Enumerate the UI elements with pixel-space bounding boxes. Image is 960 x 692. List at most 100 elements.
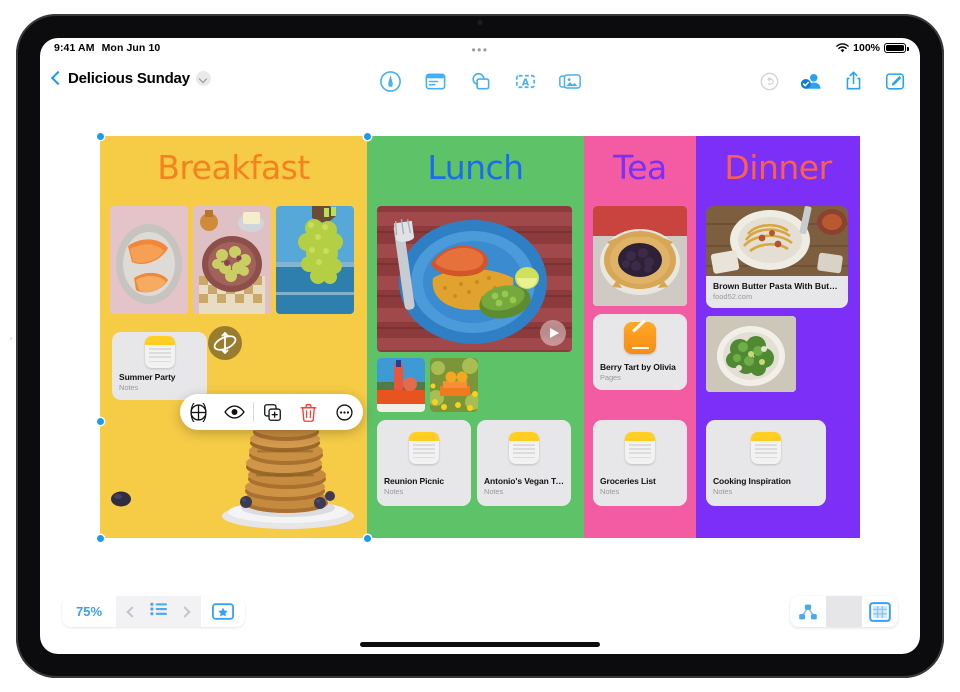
document-title: Delicious Sunday xyxy=(68,70,190,87)
card-title: Berry Tart by Olivia xyxy=(600,362,676,372)
toolbar-center-group: A xyxy=(377,68,583,94)
tacos-rice-plate-video[interactable] xyxy=(377,206,572,352)
card-reunion-picnic[interactable]: Reunion Picnic Notes xyxy=(377,420,471,506)
toolbar-left-group: Delicious Sunday xyxy=(52,70,211,87)
undo-button[interactable] xyxy=(756,68,782,94)
svg-text:A: A xyxy=(521,77,529,88)
sticky-note-tool[interactable] xyxy=(422,68,448,94)
card-subtitle: Notes xyxy=(384,487,404,496)
compose-button[interactable] xyxy=(882,68,908,94)
top-toolbar: Delicious Sunday A xyxy=(40,62,920,106)
play-icon[interactable] xyxy=(540,320,566,346)
markup-pen-tool[interactable] xyxy=(377,68,403,94)
share-button[interactable] xyxy=(840,68,866,94)
toolbar-divider xyxy=(826,596,862,627)
duplicate-icon[interactable] xyxy=(254,394,290,430)
status-bar: 9:41 AM Mon Jun 10 ••• 100% xyxy=(40,38,920,62)
front-camera xyxy=(477,20,483,25)
notes-app-icon xyxy=(706,420,826,476)
board-canvas[interactable]: Breakfast Summer Party Notes Lunch Reuni… xyxy=(96,132,860,542)
move-to-icon[interactable] xyxy=(180,394,216,430)
card-cooking-inspiration[interactable]: Cooking Inspiration Notes xyxy=(706,420,826,506)
column-title-breakfast: Breakfast xyxy=(157,148,310,187)
card-subtitle: Notes xyxy=(484,487,504,496)
selection-handle[interactable] xyxy=(96,132,104,140)
chevron-down-icon[interactable] xyxy=(195,71,211,86)
column-title-tea: Tea xyxy=(613,148,667,187)
figs-on-plate-photo[interactable] xyxy=(193,206,271,314)
notes-app-icon xyxy=(377,420,471,476)
media-tool[interactable] xyxy=(557,68,583,94)
green-salad-bowl-photo[interactable] xyxy=(706,316,796,392)
column-lunch[interactable]: Lunch Reunion Picnic Notes Antonio's Veg… xyxy=(363,132,584,542)
column-tea[interactable]: Tea Berry Tart by Olivia Pages Groceries… xyxy=(584,136,696,538)
card-subtitle: Pages xyxy=(600,373,621,382)
link-card-meta: Brown Butter Pasta With But… food52.com xyxy=(706,276,848,307)
status-bar-right: 100% xyxy=(836,42,909,54)
side-marker: • xyxy=(10,336,13,343)
link-card-title: Brown Butter Pasta With But… xyxy=(713,281,838,291)
shapes-tool[interactable] xyxy=(467,68,493,94)
notes-app-icon xyxy=(477,420,571,476)
selection-handle[interactable] xyxy=(363,534,371,542)
more-ellipsis-icon[interactable] xyxy=(327,394,363,430)
battery-icon xyxy=(884,42,909,54)
link-card-brown-butter-pasta[interactable]: Brown Butter Pasta With But… food52.com xyxy=(706,206,848,308)
back-button[interactable] xyxy=(52,70,62,87)
node-map-icon[interactable] xyxy=(790,596,826,627)
home-indicator[interactable] xyxy=(360,642,600,647)
prev-page-button[interactable] xyxy=(126,605,138,618)
card-title: Antonio's Vegan Tacos xyxy=(484,476,571,486)
window-handle[interactable]: ••• xyxy=(471,44,488,56)
card-summer-party[interactable]: Summer Party Notes xyxy=(112,332,207,400)
status-time: 9:41 AM xyxy=(54,42,95,54)
bottom-left-group: 75% xyxy=(62,596,246,627)
card-subtitle: Notes xyxy=(119,383,139,392)
juice-bottles-photo[interactable] xyxy=(377,358,425,412)
next-page-button[interactable] xyxy=(179,605,191,618)
star-card-icon[interactable] xyxy=(201,596,246,627)
list-icon[interactable] xyxy=(150,602,168,621)
delete-trash-icon[interactable] xyxy=(290,394,326,430)
card-subtitle: Notes xyxy=(713,487,733,496)
object-context-menu[interactable] xyxy=(180,394,363,430)
board-grid-icon[interactable] xyxy=(862,596,898,627)
preview-eye-icon[interactable] xyxy=(216,394,252,430)
screen: 9:41 AM Mon Jun 10 ••• 100% Delicious Su… xyxy=(40,38,920,654)
melon-slices-photo[interactable] xyxy=(110,206,188,314)
move-rotate-icon[interactable] xyxy=(208,326,242,360)
bottom-right-group xyxy=(790,596,898,627)
notes-app-icon xyxy=(112,332,207,372)
card-title: Cooking Inspiration xyxy=(713,476,791,486)
card-berry-tart-by-olivia[interactable]: Berry Tart by Olivia Pages xyxy=(593,314,687,390)
blueberry-photo[interactable] xyxy=(110,490,132,508)
card-title: Groceries List xyxy=(600,476,656,486)
selection-handle[interactable] xyxy=(96,418,104,425)
wifi-icon xyxy=(836,43,849,53)
oranges-field-photo[interactable] xyxy=(430,358,478,412)
notes-app-icon xyxy=(593,420,687,476)
column-dinner[interactable]: Dinner Brown Butter Pasta With But… food… xyxy=(696,136,860,538)
berry-galette-photo[interactable] xyxy=(593,206,687,306)
column-title-dinner: Dinner xyxy=(724,148,832,187)
grapes-by-sea-photo[interactable] xyxy=(276,206,354,314)
collaborate-button[interactable] xyxy=(798,68,824,94)
zoom-level-button[interactable]: 75% xyxy=(62,596,117,627)
link-card-host: food52.com xyxy=(713,292,753,301)
card-subtitle: Notes xyxy=(600,487,620,496)
card-title: Reunion Picnic xyxy=(384,476,444,486)
column-title-lunch: Lunch xyxy=(427,148,524,187)
selection-handle[interactable] xyxy=(363,132,371,140)
status-bar-left: 9:41 AM Mon Jun 10 xyxy=(54,42,160,54)
toolbar-right-group xyxy=(756,68,908,94)
card-antonios-vegan-tacos[interactable]: Antonio's Vegan Tacos Notes xyxy=(477,420,571,506)
bottom-toolbar: 75% xyxy=(40,580,920,654)
page-navigation-group xyxy=(116,596,201,627)
pasta-dinner-photo xyxy=(706,206,848,276)
column-breakfast[interactable]: Breakfast Summer Party Notes xyxy=(96,132,371,542)
card-groceries-list[interactable]: Groceries List Notes xyxy=(593,420,687,506)
card-title: Summer Party xyxy=(119,372,176,382)
battery-percent: 100% xyxy=(853,42,880,54)
text-box-tool[interactable]: A xyxy=(512,68,538,94)
selection-handle[interactable] xyxy=(96,534,104,542)
